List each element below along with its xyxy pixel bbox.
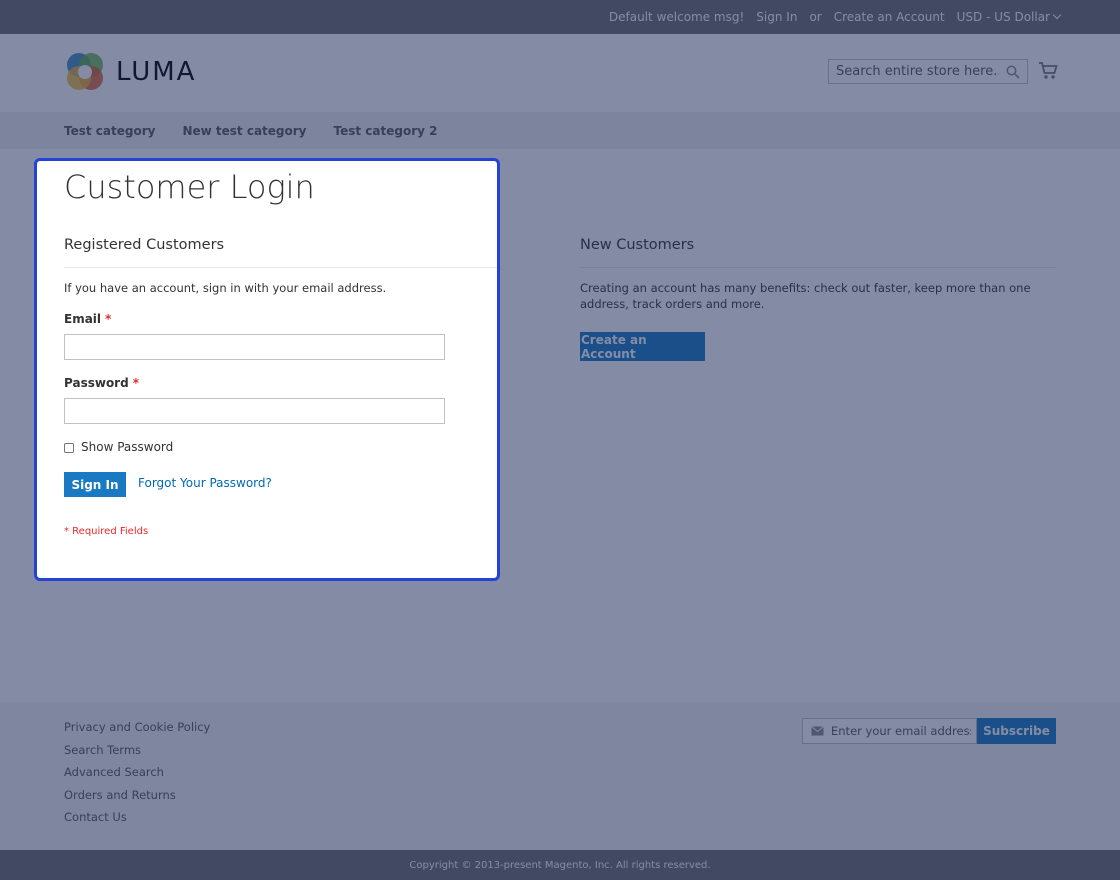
footer-link-contact[interactable]: Contact Us xyxy=(64,809,210,826)
email-required-marker: * xyxy=(105,312,112,326)
newsletter-email-input[interactable] xyxy=(831,719,971,743)
login-focus-panel xyxy=(34,158,500,581)
create-account-link[interactable]: Create an Account xyxy=(834,10,945,24)
required-fields-note: * Required Fields xyxy=(64,526,149,537)
footer-link-search-terms[interactable]: Search Terms xyxy=(64,742,210,759)
password-required-marker: * xyxy=(132,376,139,390)
footer-link-privacy[interactable]: Privacy and Cookie Policy xyxy=(64,719,210,736)
footer-links: Privacy and Cookie Policy Search Terms A… xyxy=(64,719,210,826)
chevron-down-icon xyxy=(1052,10,1062,20)
search-icon[interactable] xyxy=(1006,65,1020,79)
sign-in-button[interactable]: Sign In xyxy=(64,472,126,497)
search-box xyxy=(828,59,1028,84)
new-customers-divider xyxy=(580,267,1056,268)
nav-item-test-category-2[interactable]: Test category 2 xyxy=(334,124,438,138)
header-links: Default welcome msg! Sign In or Create a… xyxy=(608,0,1062,34)
footer-link-orders-returns[interactable]: Orders and Returns xyxy=(64,787,210,804)
email-label-text: Email xyxy=(64,312,102,326)
header-panel: Default welcome msg! Sign In or Create a… xyxy=(0,0,1120,34)
nav-items: Test category New test category Test cat… xyxy=(64,112,437,149)
copyright: Copyright © 2013-present Magento, Inc. A… xyxy=(0,850,1120,880)
password-field[interactable] xyxy=(64,398,445,424)
search-input[interactable] xyxy=(829,60,999,83)
password-label-text: Password xyxy=(64,376,129,390)
password-label: Password * xyxy=(64,376,139,390)
footer-link-advanced-search[interactable]: Advanced Search xyxy=(64,764,210,781)
forgot-password-link[interactable]: Forgot Your Password? xyxy=(138,476,272,490)
sign-in-link[interactable]: Sign In xyxy=(756,10,797,24)
currency-label: USD - US Dollar xyxy=(956,10,1050,24)
logo-text: LUMA xyxy=(116,57,197,87)
nav-item-new-test-category[interactable]: New test category xyxy=(182,124,306,138)
create-account-button[interactable]: Create an Account xyxy=(580,332,705,361)
welcome-message: Default welcome msg! xyxy=(608,10,745,24)
registered-intro: If you have an account, sign in with you… xyxy=(64,281,387,295)
store-logo[interactable]: LUMA xyxy=(64,51,196,93)
newsletter-field xyxy=(802,718,977,744)
nav-item-test-category[interactable]: Test category xyxy=(64,124,155,138)
footer: Privacy and Cookie Policy Search Terms A… xyxy=(0,702,1120,850)
currency-switcher[interactable]: USD - US Dollar xyxy=(956,10,1062,24)
email-field[interactable] xyxy=(64,334,445,360)
registered-customers-title: Registered Customers xyxy=(64,237,225,253)
header-main: LUMA xyxy=(0,34,1120,112)
luma-logo-icon xyxy=(67,53,103,90)
cart-icon[interactable] xyxy=(1038,61,1058,80)
registered-divider xyxy=(64,267,497,268)
email-label: Email * xyxy=(64,312,111,326)
new-customers-text: Creating an account has many benefits: c… xyxy=(580,281,1031,311)
show-password-checkbox[interactable] xyxy=(64,443,74,453)
or-text: or xyxy=(809,10,822,24)
new-customers-title: New Customers xyxy=(580,237,695,253)
show-password-label[interactable]: Show Password xyxy=(81,440,173,454)
category-nav: Test category New test category Test cat… xyxy=(0,112,1120,149)
subscribe-button[interactable]: Subscribe xyxy=(977,718,1056,744)
envelope-icon xyxy=(811,726,824,736)
page-title: Customer Login xyxy=(64,168,315,206)
